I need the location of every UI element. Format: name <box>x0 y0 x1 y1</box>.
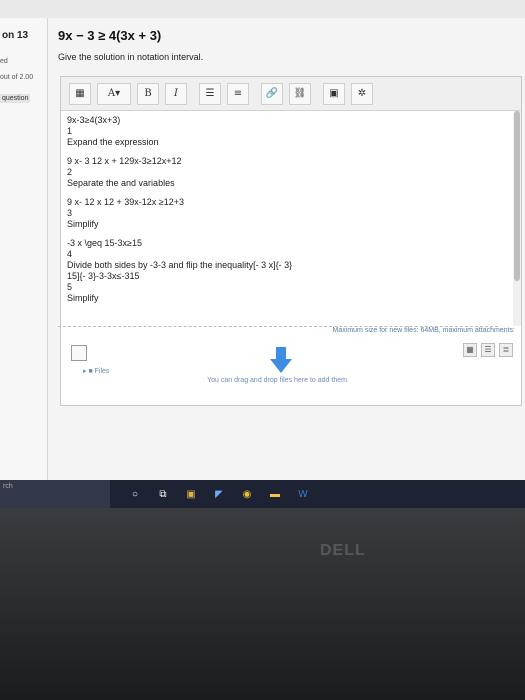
question-state: ed <box>0 58 8 65</box>
tree-view-icon[interactable]: ≣ <box>499 343 513 357</box>
laptop-screen: on 13 ed out of 2.00 question 9x − 3 ≥ 4… <box>0 0 525 508</box>
download-arrow-icon <box>270 347 292 373</box>
file-dropzone[interactable]: You can drag and drop files here to add … <box>58 326 498 406</box>
answer-line: 3 <box>67 208 73 218</box>
link-icon[interactable]: 🔗 <box>261 82 283 105</box>
file-explorer-icon[interactable]: ▬ <box>268 487 282 501</box>
answer-line: Simplify <box>67 293 99 303</box>
answer-line: 5 <box>67 282 73 292</box>
chrome-icon[interactable]: ◉ <box>240 487 254 501</box>
flag-question-button[interactable]: question <box>0 94 31 103</box>
answer-line: Divide both sides by -3-3 and flip the i… <box>67 260 293 270</box>
toolbar-toggle-button[interactable]: ▦ <box>69 82 91 105</box>
question-mark: out of 2.00 <box>0 74 34 81</box>
ordered-list-icon[interactable]: ≡ <box>227 82 249 105</box>
store-icon[interactable]: ▣ <box>184 487 198 501</box>
media-icon[interactable]: ✲ <box>351 82 373 105</box>
task-view-icon[interactable]: ⧉ <box>156 487 170 501</box>
question-number: on 13 <box>2 30 29 41</box>
answer-line: Expand the expression <box>67 137 159 147</box>
answer-textarea[interactable]: 9x-3≥4(3x+3) 1 Expand the expression 9 x… <box>61 111 521 326</box>
unordered-list-icon[interactable]: ☰ <box>199 82 221 105</box>
font-color-button[interactable]: A▾ <box>97 82 131 105</box>
image-icon[interactable]: ▣ <box>323 82 345 105</box>
italic-button[interactable]: I <box>165 82 187 105</box>
question-title: 9x − 3 ≥ 4(3x + 3) <box>58 28 162 43</box>
answer-line: Simplify <box>67 219 99 229</box>
bold-button[interactable]: B <box>137 82 159 105</box>
drop-text: You can drag and drop files here to add … <box>207 377 349 384</box>
editor-toolbar: ▦ A▾ B I ☰ ≡ 🔗 ⛓ ▣ ✲ <box>61 77 521 111</box>
question-content: 9x − 3 ≥ 4(3x + 3) Give the solution in … <box>48 18 525 480</box>
answer-line: 4 <box>67 249 73 259</box>
taskbar: rch ○ ⧉ ▣ ◤ ◉ ▬ W <box>0 480 525 508</box>
answer-line: Separate the and variables <box>67 178 175 188</box>
dell-logo: DELL <box>320 542 366 559</box>
mail-icon[interactable]: ◤ <box>212 487 226 501</box>
answer-line: 9 x- 12 x 12 + 39x-12x ≥12+3 <box>67 197 185 207</box>
answer-line: 15]{- 3}-3-3x≤-315 <box>67 271 140 281</box>
taskbar-search[interactable]: rch <box>0 480 110 508</box>
answer-line: 9 x- 3 12 x + 129x-3≥12x+12 <box>67 156 182 166</box>
question-prompt: Give the solution in notation interval. <box>58 52 204 62</box>
answer-line: 9x-3≥4(3x+3) <box>67 115 121 125</box>
editor-scrollbar[interactable] <box>513 111 521 326</box>
quiz-page: on 13 ed out of 2.00 question 9x − 3 ≥ 4… <box>0 18 525 480</box>
question-info-panel: on 13 ed out of 2.00 question <box>0 18 48 480</box>
answer-line: -3 x \geq 15-3x≥15 <box>67 238 142 248</box>
cortana-icon[interactable]: ○ <box>128 487 142 501</box>
word-icon[interactable]: W <box>296 487 310 501</box>
unlink-icon[interactable]: ⛓ <box>289 82 311 105</box>
answer-line: 1 <box>67 126 73 136</box>
answer-line: 2 <box>67 167 73 177</box>
laptop-bezel: DELL <box>0 508 525 700</box>
